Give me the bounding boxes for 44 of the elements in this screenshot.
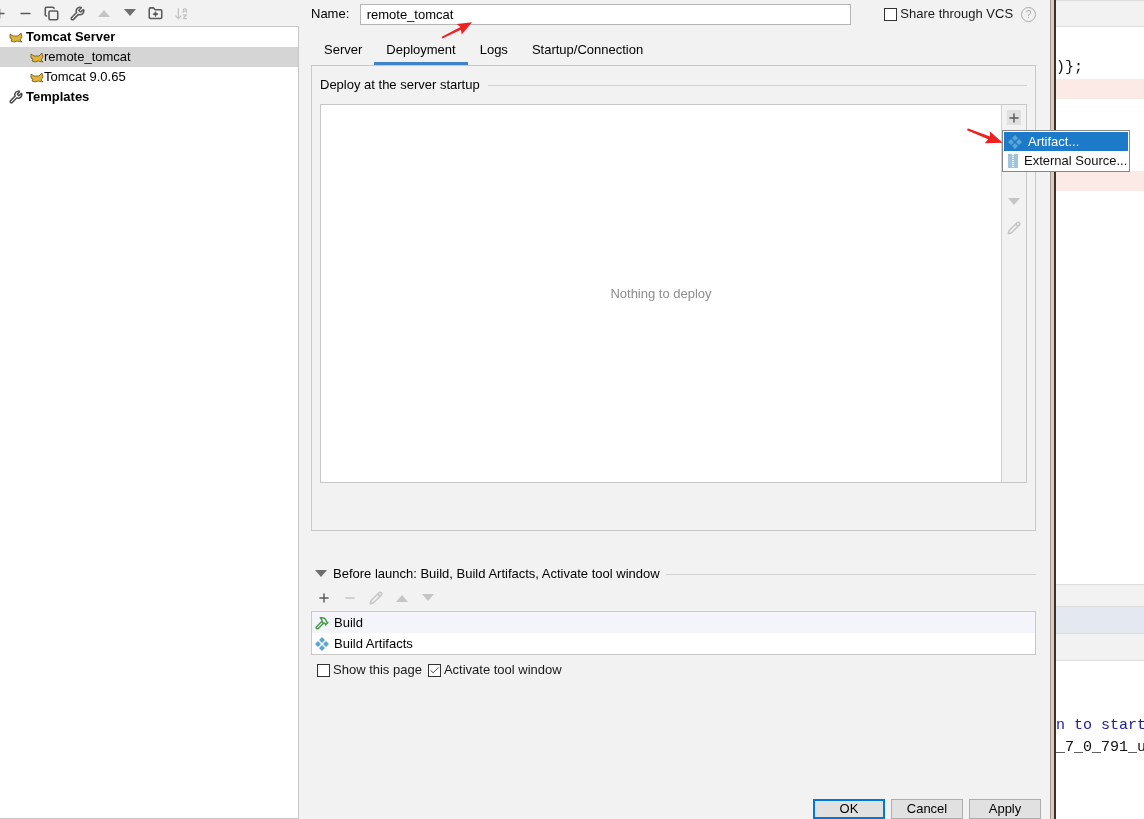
checkbox-label: Share through VCS — [900, 5, 1014, 24]
empty-message: Nothing to deploy — [610, 284, 712, 303]
activate-checkbox[interactable] — [427, 663, 441, 677]
copy-icon[interactable] — [44, 5, 59, 21]
diamond-cluster-icon — [315, 636, 329, 651]
name-label: Name: — [311, 5, 351, 24]
code-line: n to start — [1056, 716, 1144, 736]
code-line: _7_0_791_u — [1056, 738, 1144, 758]
menu-item[interactable]: Artifact... — [1004, 132, 1128, 151]
checkbox-label: Show this page — [333, 661, 422, 680]
move-down-icon[interactable] — [123, 9, 136, 17]
hammer-icon — [315, 615, 329, 630]
tree-item[interactable]: Templates — [0, 87, 298, 107]
add-icon[interactable] — [317, 591, 331, 605]
tab[interactable]: Logs — [467, 37, 520, 65]
tree-item[interactable]: remote_tomcat — [0, 47, 298, 67]
diamond-cluster-icon — [1008, 134, 1022, 149]
wrench-icon — [9, 90, 23, 104]
add-icon[interactable] — [1007, 110, 1021, 125]
dialog-button[interactable]: Cancel — [891, 799, 963, 819]
cat-icon — [30, 71, 44, 83]
name-field[interactable]: remote_tomcat — [359, 3, 852, 25]
section-title: Deploy at the server startup — [320, 76, 480, 95]
show-page-checkbox[interactable] — [317, 663, 330, 677]
tree-item[interactable]: Tomcat 9.0.65 — [0, 67, 298, 87]
share-vcs-checkbox[interactable] — [884, 7, 898, 21]
tab[interactable]: Startup/Connection — [519, 37, 656, 65]
cat-icon — [9, 31, 23, 43]
dialog-button[interactable]: Apply — [969, 799, 1041, 819]
wrench-icon[interactable] — [70, 5, 85, 21]
section-title[interactable]: Before launch: Build, Build Artifacts, Activate tool window — [333, 564, 660, 584]
tab[interactable]: Server — [312, 37, 375, 65]
tab[interactable]: Deployment — [374, 37, 468, 65]
menu-item[interactable]: External Source... — [1004, 151, 1128, 170]
tree-item[interactable]: Tomcat Server — [0, 27, 298, 47]
collapse-icon[interactable] — [315, 570, 327, 578]
folder-plus-icon[interactable] — [148, 5, 163, 21]
archive-icon — [1008, 153, 1018, 168]
cat-icon — [30, 51, 44, 63]
dialog-button[interactable]: OK — [813, 799, 885, 819]
task-item[interactable]: Build — [312, 612, 1035, 633]
task-item[interactable]: Build Artifacts — [312, 633, 1035, 654]
code-line: )}; — [1056, 58, 1083, 78]
checkbox-label: Activate tool window — [443, 661, 562, 680]
